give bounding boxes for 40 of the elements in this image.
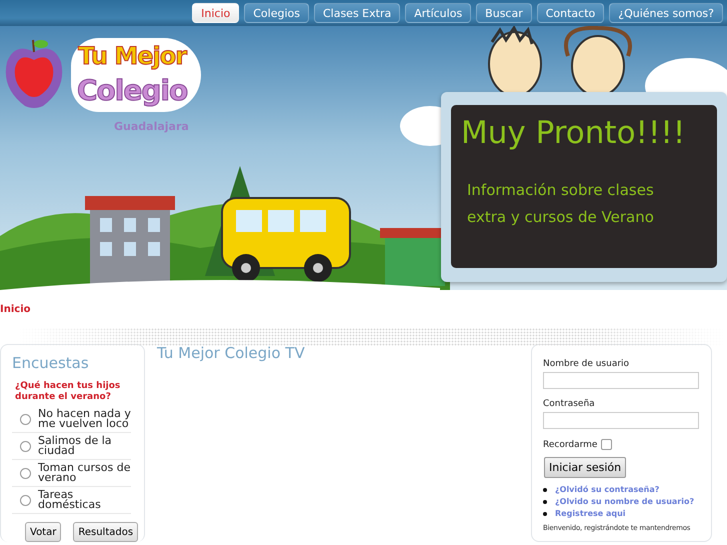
radio-button[interactable] bbox=[20, 414, 31, 424]
poll-title: Encuestas bbox=[12, 354, 90, 372]
checkbox-label: Recordarme bbox=[543, 440, 598, 450]
login-link[interactable]: ¿Olvidó su contraseña? bbox=[555, 484, 660, 496]
poll-question: ¿Qué hacen tus hijos durante el verano? bbox=[15, 381, 122, 403]
nav-tab[interactable]: Colegios bbox=[244, 3, 309, 23]
radio-button[interactable] bbox=[20, 440, 31, 452]
nav-tab[interactable]: ¿Quiénes somos? bbox=[609, 3, 723, 23]
remember-checkbox[interactable] bbox=[601, 439, 612, 450]
poll-option[interactable]: Salimos de la ciudad bbox=[38, 436, 131, 456]
poll-button[interactable]: Resultados bbox=[73, 522, 138, 542]
radio-button[interactable] bbox=[20, 468, 31, 478]
nav-tab[interactable]: Clases Extra bbox=[314, 3, 400, 23]
section-title: Tu Mejor Colegio TV bbox=[157, 344, 306, 362]
nav-tab[interactable]: Contacto bbox=[536, 3, 604, 23]
login-link[interactable]: ¿Olvido su nombre de usuario? bbox=[555, 496, 694, 508]
nav-tab[interactable]: Inicio bbox=[192, 3, 240, 23]
poll-option[interactable]: Toman cursos de verano bbox=[38, 463, 131, 483]
breadcrumb-link[interactable]: Inicio bbox=[0, 304, 30, 315]
apple-icon bbox=[3, 38, 65, 110]
password-field[interactable] bbox=[543, 412, 699, 429]
radio-button[interactable] bbox=[20, 494, 31, 506]
poll-option[interactable]: No hacen nada y me vuelven loco bbox=[38, 409, 131, 429]
login-link[interactable]: Registrese aqui bbox=[555, 508, 626, 520]
poll-button[interactable]: Votar bbox=[25, 522, 62, 542]
field-label: Contraseña bbox=[543, 399, 596, 409]
logo-tagline: Guadalajara bbox=[114, 120, 189, 133]
nav-tab[interactable]: Artículos bbox=[405, 3, 472, 23]
bullet-icon bbox=[543, 500, 547, 504]
field-label: Nombre de usuario bbox=[543, 359, 630, 369]
username-field[interactable] bbox=[543, 372, 699, 389]
bullet-icon bbox=[543, 512, 547, 516]
bullet-icon bbox=[543, 488, 547, 492]
sign-text: Información sobre clases extra y cursos de Verano bbox=[467, 180, 655, 228]
nav-tab[interactable]: Buscar bbox=[476, 3, 532, 23]
sign-title: Muy Pronto!!!! bbox=[461, 114, 686, 153]
logo-text: Tu Mejor bbox=[78, 41, 186, 72]
logo-text: Colegio bbox=[77, 73, 188, 109]
login-button[interactable]: Iniciar sesión bbox=[544, 457, 626, 478]
poll-option[interactable]: Tareas domésticas bbox=[38, 490, 131, 510]
